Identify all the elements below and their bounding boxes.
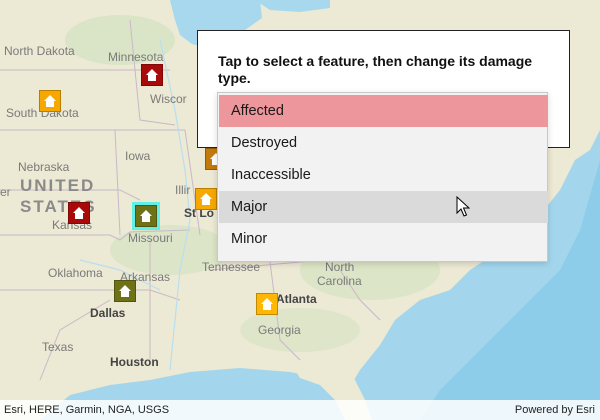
- marker-destroyed-minnesota[interactable]: [141, 64, 163, 86]
- label-houston: Houston: [110, 355, 159, 369]
- marker-affected-south-dakota[interactable]: [39, 90, 61, 112]
- house-icon: [119, 285, 131, 297]
- house-icon: [200, 193, 212, 205]
- mouse-cursor-icon: [456, 196, 470, 217]
- label-minnesota: Minnesota: [108, 50, 164, 64]
- option-affected[interactable]: Affected: [219, 95, 548, 127]
- attribution-bar: Esri, HERE, Garmin, NGA, USGS Powered by…: [0, 400, 600, 420]
- label-tennessee: Tennessee: [202, 260, 261, 274]
- house-icon: [146, 69, 158, 81]
- label-north: North: [325, 260, 355, 274]
- house-icon: [261, 298, 273, 310]
- attribution-text[interactable]: Esri, HERE, Garmin, NGA, USGS: [4, 400, 169, 420]
- option-minor[interactable]: Minor: [219, 223, 548, 255]
- marker-affected-illinois[interactable]: [195, 188, 217, 210]
- house-icon: [44, 95, 56, 107]
- label-oklahoma: Oklahoma: [48, 266, 103, 280]
- label-dallas: Dallas: [90, 306, 126, 320]
- option-major[interactable]: Major: [219, 191, 548, 223]
- label-er: er: [0, 185, 11, 199]
- marker-destroyed-kansas[interactable]: [68, 202, 90, 224]
- label-wisconsin: Wiscor: [150, 92, 187, 106]
- label-georgia: Georgia: [258, 323, 301, 337]
- house-icon: [140, 210, 152, 222]
- label-iowa: Iowa: [125, 149, 151, 163]
- label-carolina: Carolina: [317, 274, 362, 288]
- label-atlanta: Atlanta: [276, 292, 317, 306]
- label-texas: Texas: [42, 340, 74, 354]
- label-missouri: Missouri: [128, 231, 173, 245]
- powered-by-esri[interactable]: Powered by Esri: [515, 400, 595, 420]
- option-destroyed[interactable]: Destroyed: [219, 127, 548, 159]
- marker-major-missouri-selected[interactable]: [132, 202, 160, 230]
- house-icon: [73, 207, 85, 219]
- option-inaccessible[interactable]: Inaccessible: [219, 159, 548, 191]
- marker-major-arkansas[interactable]: [114, 280, 136, 302]
- label-nebraska: Nebraska: [18, 160, 70, 174]
- label-north-dakota: North Dakota: [4, 44, 75, 58]
- damage-type-dropdown[interactable]: Affected Destroyed Inaccessible Major Mi…: [217, 92, 548, 262]
- label-illinois: Illir: [175, 183, 191, 197]
- marker-minor-georgia[interactable]: [256, 293, 278, 315]
- label-united: UNITED: [20, 176, 96, 195]
- instructions-text: Tap to select a feature, then change its…: [218, 53, 533, 86]
